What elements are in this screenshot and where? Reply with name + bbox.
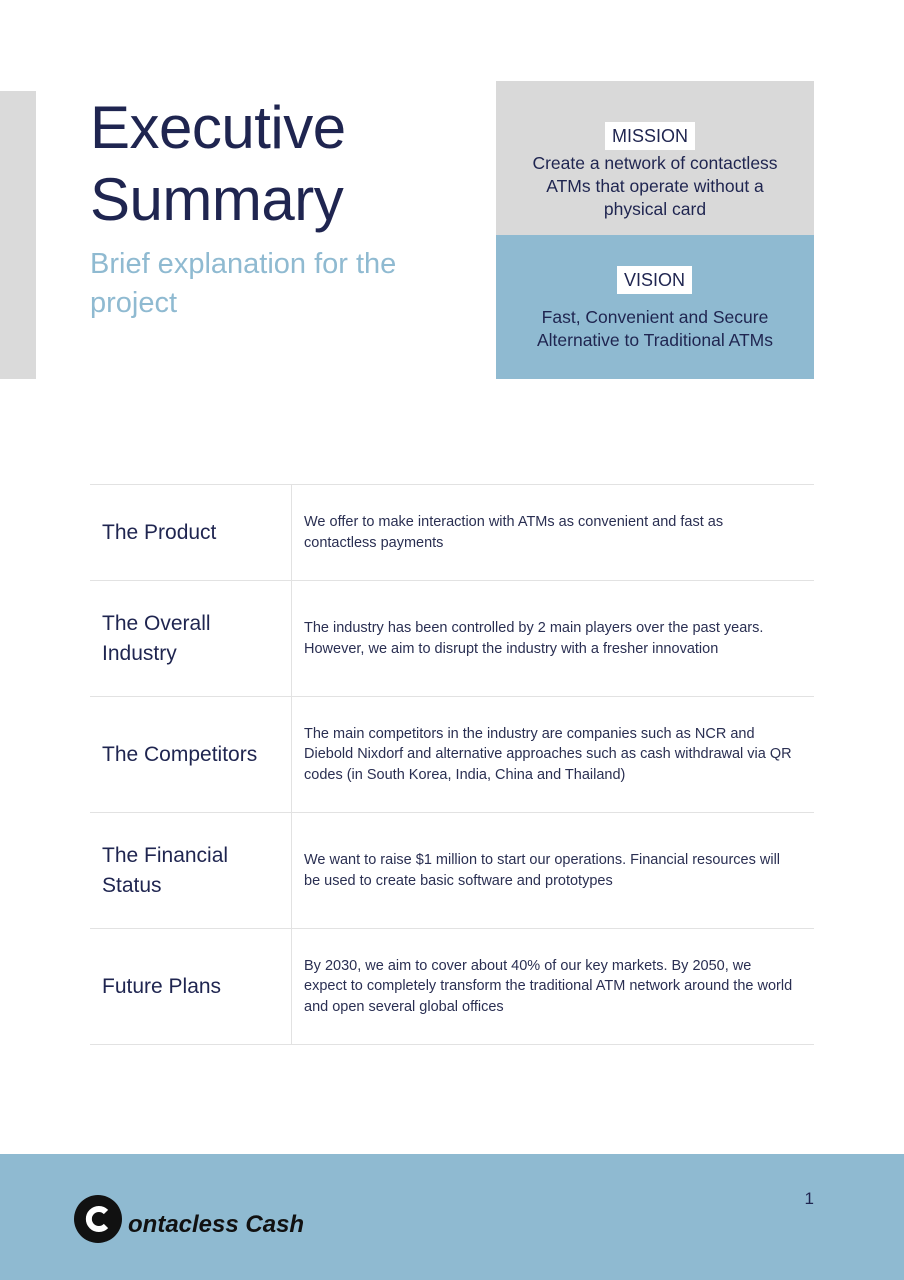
- row-label-financial-status: The Financial Status: [90, 813, 292, 928]
- summary-table: The Product We offer to make interaction…: [90, 484, 814, 1045]
- row-label-competitors: The Competitors: [90, 697, 292, 812]
- page-subtitle: Brief explanation for the project: [90, 248, 397, 319]
- row-description-product: We offer to make interaction with ATMs a…: [304, 514, 724, 551]
- vision-box: VISION Fast, Convenient and Secure Alter…: [496, 235, 814, 379]
- table-row: The Financial Status We want to raise $1…: [90, 813, 814, 929]
- row-description-future-plans: By 2030, we aim to cover about 40% of ou…: [304, 957, 793, 1015]
- mission-label: MISSION: [605, 122, 696, 150]
- mission-text: Create a network of contactless ATMs tha…: [532, 153, 778, 219]
- logo-letter-c: [85, 1206, 109, 1232]
- row-description-competitors: The main competitors in the industry are…: [304, 725, 792, 783]
- table-row: Future Plans By 2030, we aim to cover ab…: [90, 929, 814, 1045]
- row-description-financial-status: We want to raise $1 million to start our…: [304, 852, 781, 889]
- table-row: The Overall Industry The industry has be…: [90, 581, 814, 697]
- row-description-industry: The industry has been controlled by 2 ma…: [304, 620, 764, 657]
- mission-box: MISSION Create a network of contactless …: [496, 81, 814, 235]
- table-row: The Competitors The main competitors in …: [90, 697, 814, 813]
- logo-c-icon: [74, 1195, 122, 1243]
- table-row: The Product We offer to make interaction…: [90, 485, 814, 581]
- row-label-industry: The Overall Industry: [90, 581, 292, 696]
- vision-label: VISION: [617, 266, 693, 294]
- vision-text: Fast, Convenient and Secure Alternative …: [536, 307, 774, 350]
- footer-band: ontacless Cash 1: [0, 1154, 904, 1280]
- page-title: Executive Summary: [90, 94, 346, 233]
- row-label-future-plans: Future Plans: [90, 929, 292, 1044]
- page-number: 1: [804, 1189, 814, 1208]
- decorative-left-bar: [0, 91, 36, 379]
- brand-name: ontacless Cash: [128, 1211, 305, 1238]
- row-label-product: The Product: [90, 485, 292, 580]
